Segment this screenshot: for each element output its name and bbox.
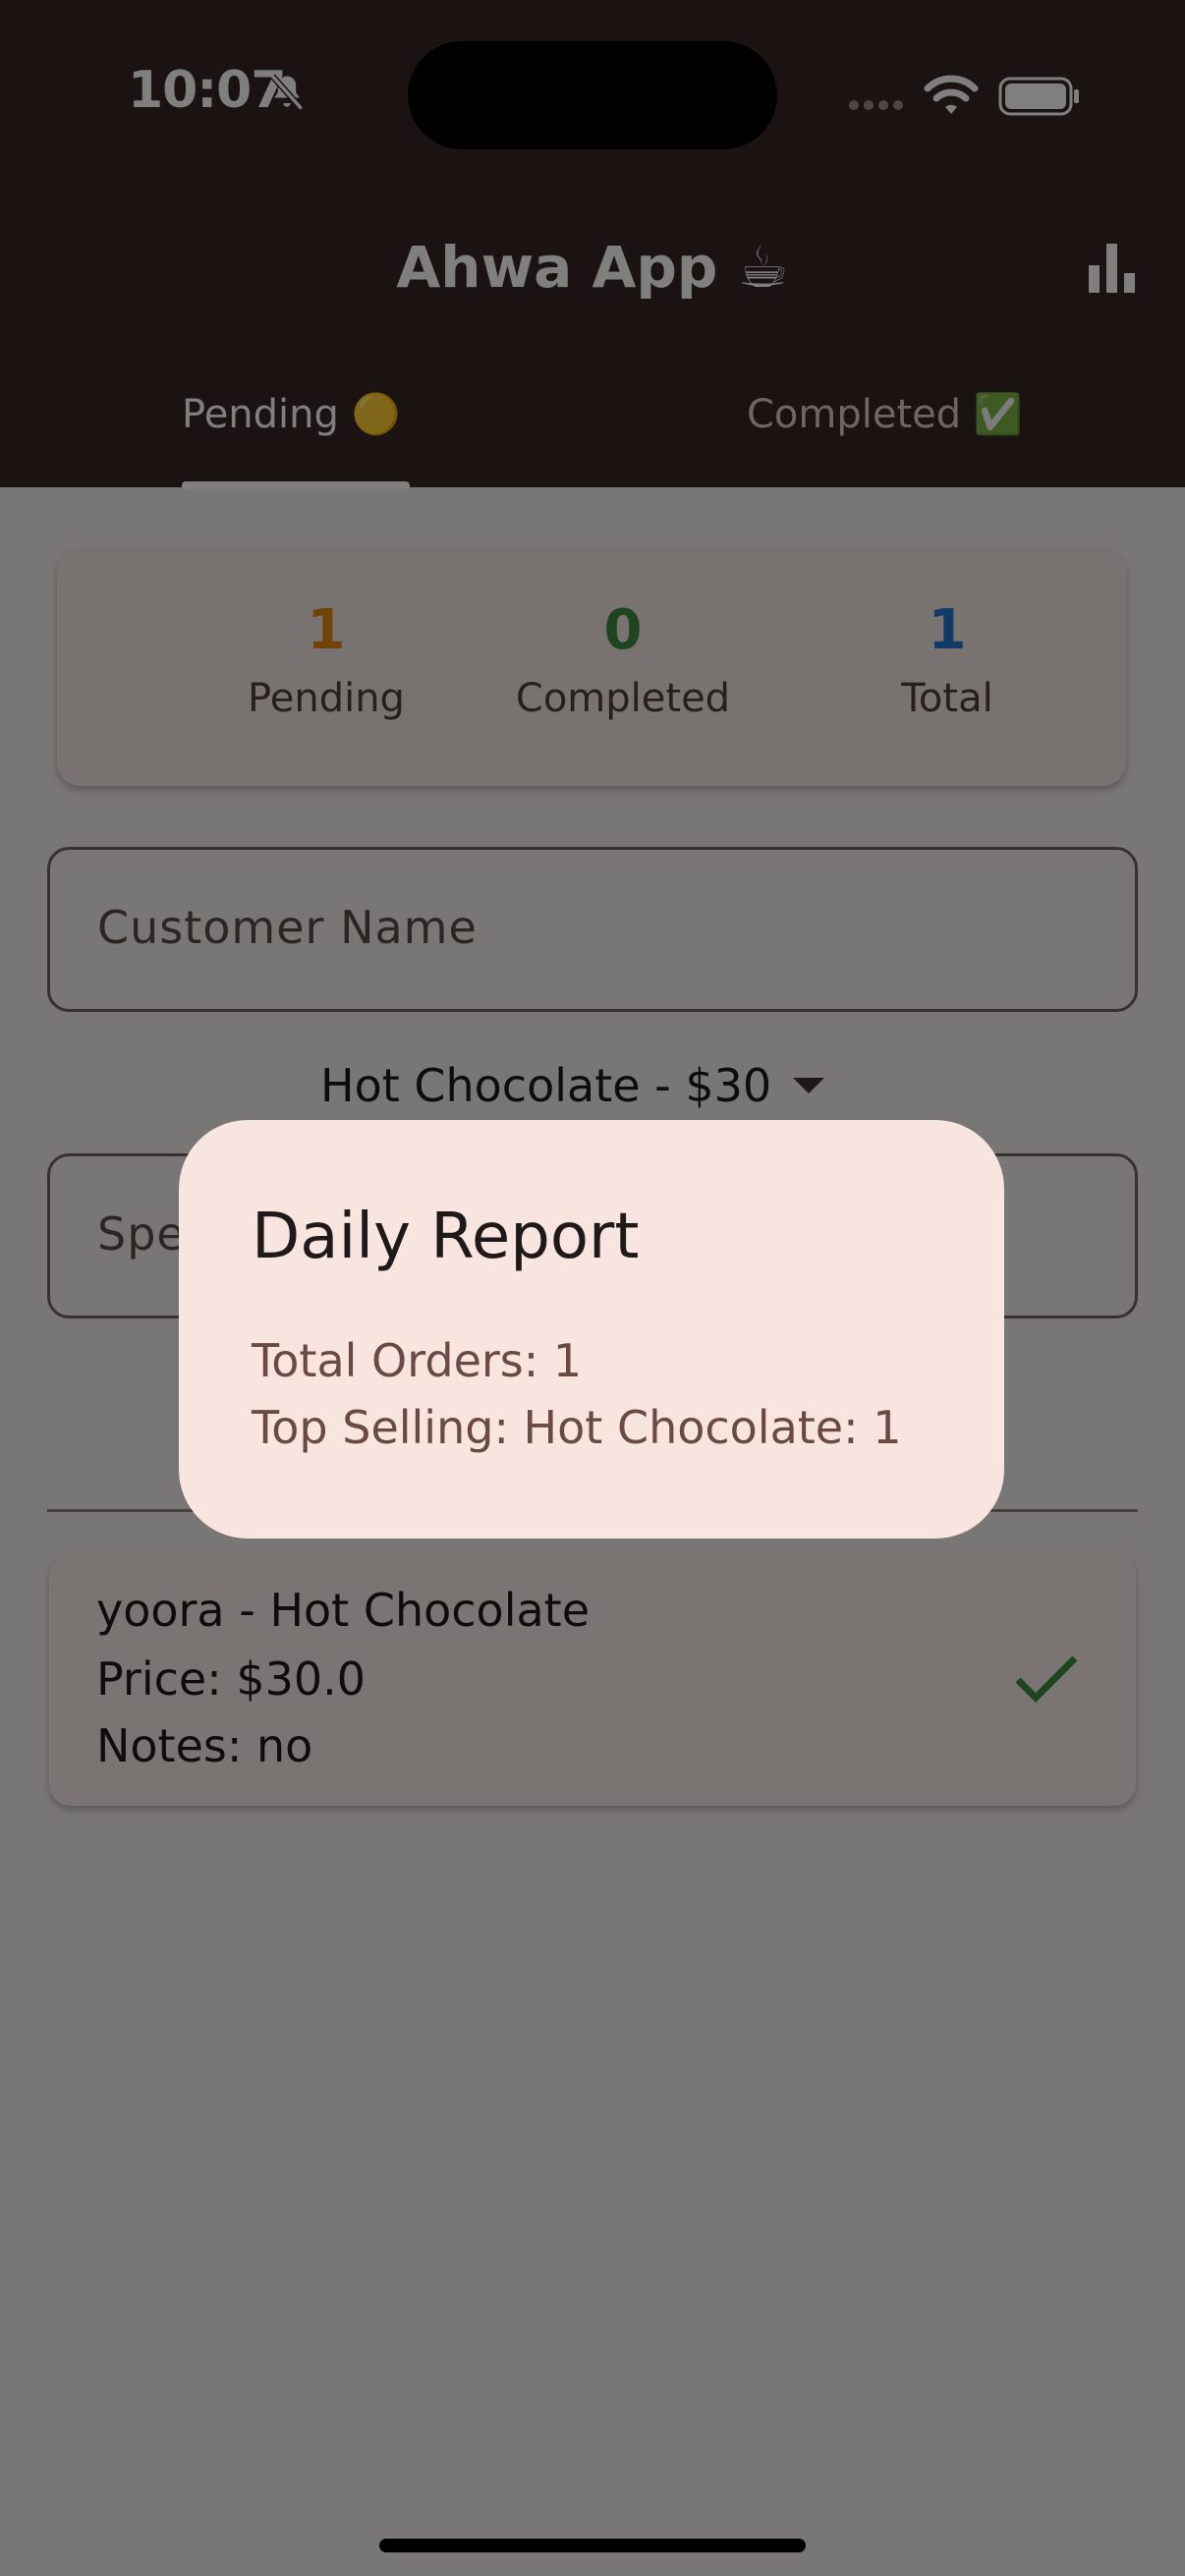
dialog-total-orders: Total Orders: 1 <box>252 1334 583 1387</box>
dialog-title: Daily Report <box>252 1201 640 1273</box>
dialog-top-selling: Top Selling: Hot Chocolate: 1 <box>252 1401 902 1454</box>
daily-report-dialog: Daily Report Total Orders: 1 Top Selling… <box>179 1120 1004 1539</box>
